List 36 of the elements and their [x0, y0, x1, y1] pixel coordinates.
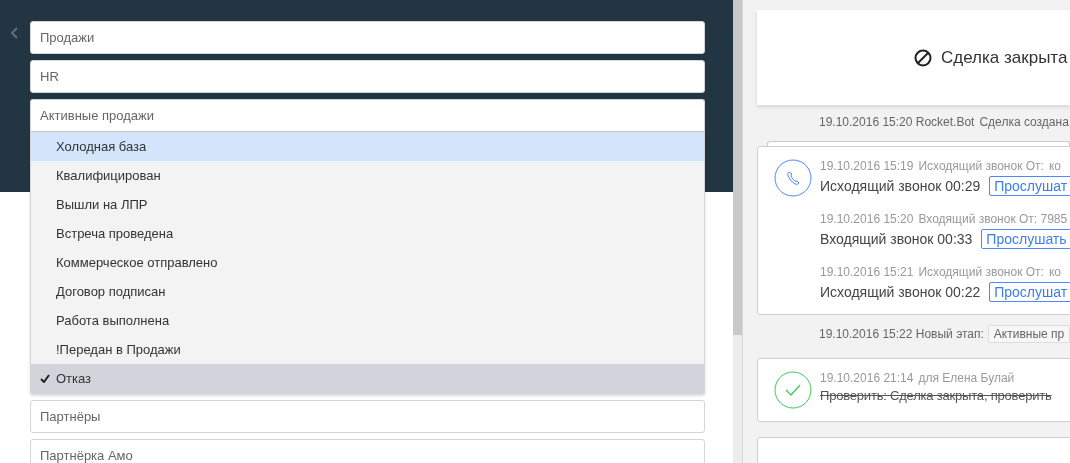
pipeline-field[interactable]: HR — [30, 60, 705, 93]
deal-status: Сделка закрыта — [941, 47, 1068, 68]
task-time: 19.10.2016 21:14 — [820, 371, 914, 385]
listen-button[interactable]: Прослушат — [989, 282, 1070, 302]
task-text: Проверить: Сделка закрыта, проверить — [820, 388, 1052, 403]
stage-option[interactable]: !Передан в Продажи — [31, 335, 704, 364]
stage-option[interactable]: Договор подписан — [31, 277, 704, 306]
listen-button[interactable]: Прослушать — [981, 229, 1070, 249]
stage-option[interactable]: Квалифицирован — [31, 161, 704, 190]
pipeline-field[interactable]: Продажи — [30, 21, 705, 54]
stage-option[interactable]: Вышли на ЛПР — [31, 190, 704, 219]
task-assignee: для Елена Булай — [918, 371, 1015, 385]
stage-option[interactable]: Холодная база — [31, 132, 704, 161]
stage-option[interactable]: Работа выполнена — [31, 306, 704, 335]
pipeline-field[interactable]: Партнёрка Амо — [30, 439, 705, 463]
listen-button[interactable]: Прослушат — [989, 176, 1070, 196]
pipeline-field[interactable]: Партнёры — [30, 400, 705, 433]
stage-tag: Активные пр — [987, 325, 1070, 343]
call-time: 19.10.2016 15:20 — [820, 212, 914, 226]
call-time: 19.10.2016 15:21 — [820, 265, 914, 279]
call-title: Исходящий звонок 00:29 — [820, 178, 981, 194]
call-info: Исходящий звонок От: — [918, 265, 1044, 279]
call-contact: ко — [1048, 159, 1061, 173]
stage-option[interactable]: Отказ — [31, 364, 704, 393]
stage-change: 19.10.2016 15:22 Новый этап: — [819, 327, 984, 341]
call-contact: ко — [1048, 265, 1061, 279]
stage-option[interactable]: Встреча проведена — [31, 219, 704, 248]
note-time: 19.10.2016 15:20 Rocket.Bot — [819, 115, 975, 129]
pipeline-field[interactable]: Активные продажи — [30, 99, 705, 132]
stage-option[interactable]: Коммерческое отправлено — [31, 248, 704, 277]
call-title: Входящий звонок 00:33 — [820, 231, 973, 247]
call-info: Входящий звонок От: 7985 — [918, 212, 1068, 226]
note-text: Сделка создана — [979, 115, 1069, 129]
call-time: 19.10.2016 15:19 — [820, 159, 914, 173]
call-info: Исходящий звонок От: — [918, 159, 1044, 173]
call-title: Исходящий звонок 00:22 — [820, 284, 981, 300]
